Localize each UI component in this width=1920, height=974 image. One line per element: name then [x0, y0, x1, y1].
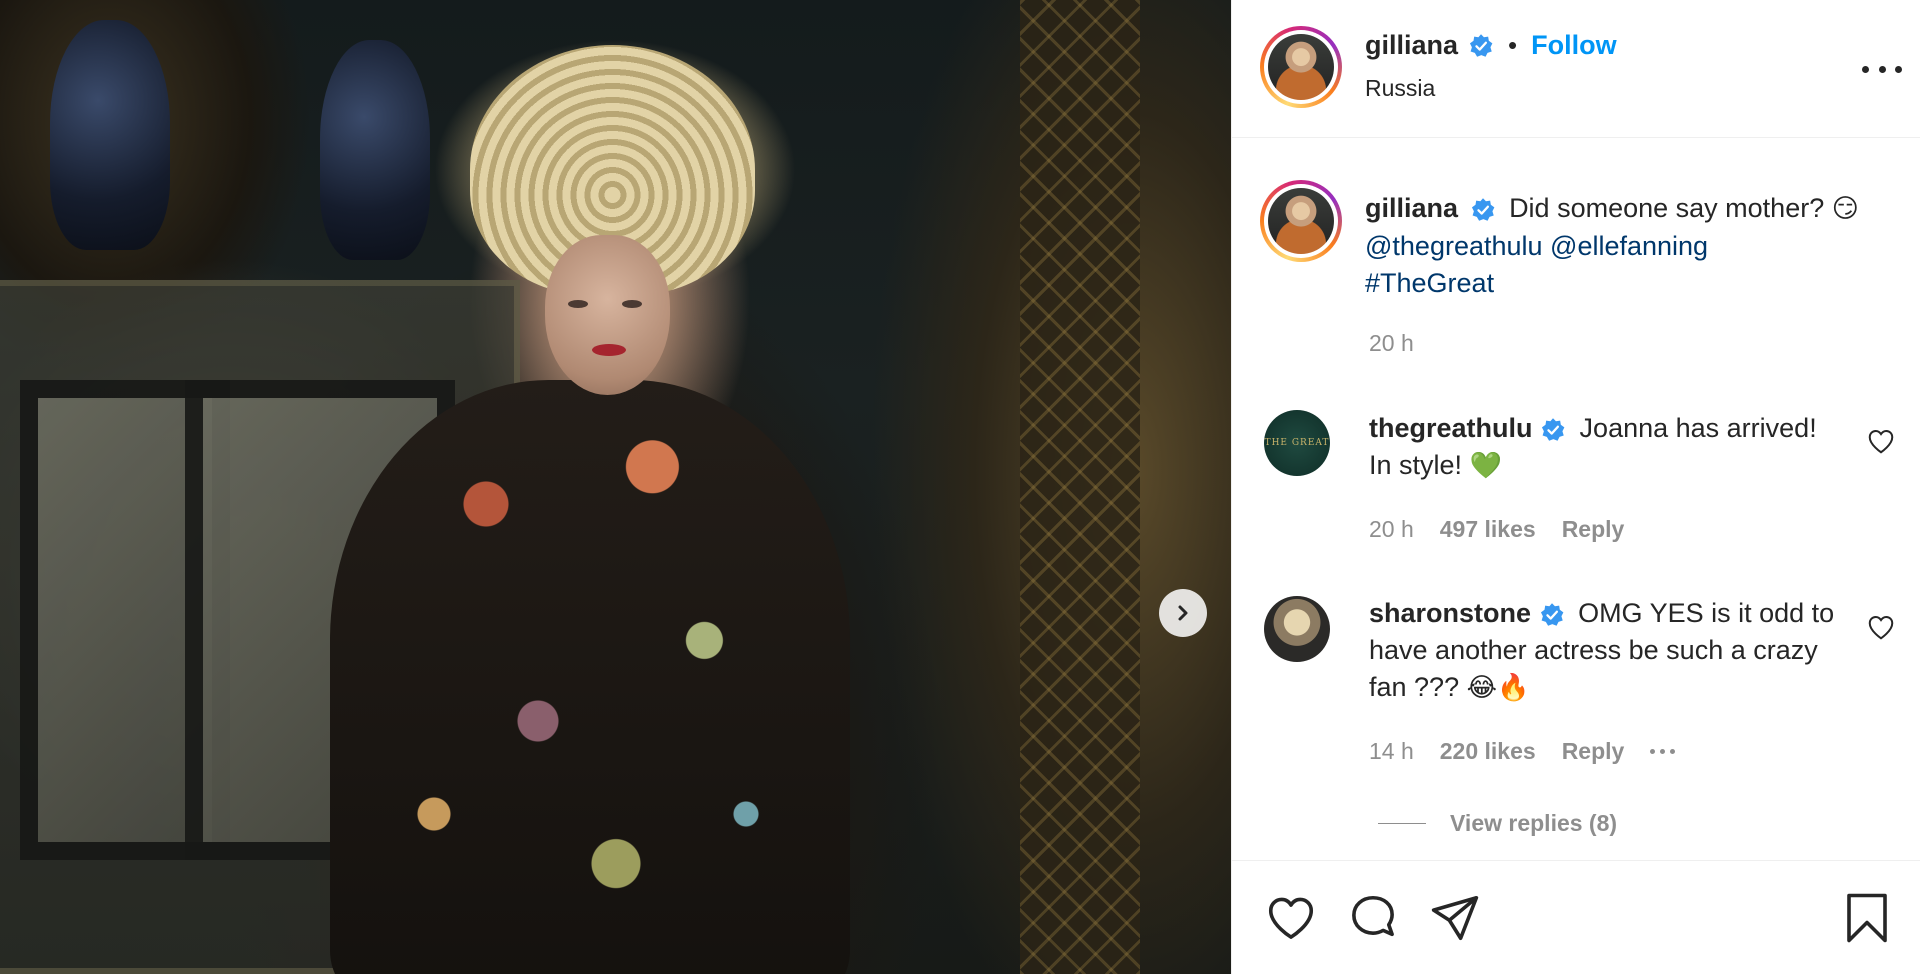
photo-lattice [1020, 0, 1140, 974]
comment-bubble-icon [1352, 895, 1394, 937]
photo-eye [568, 300, 588, 308]
paper-plane-icon [1431, 895, 1479, 941]
like-comment-heart-icon[interactable] [1866, 612, 1896, 642]
caption-emoji: 😏 [1831, 194, 1859, 224]
bookmark-icon [1847, 893, 1887, 943]
photo-vase [320, 40, 430, 260]
reply-button[interactable]: Reply [1562, 738, 1625, 765]
verified-badge-icon [1469, 33, 1493, 57]
comment-text-block: sharonstone OMG YES is it odd to have an… [1369, 595, 1839, 707]
comment-options-icon[interactable] [1650, 749, 1676, 754]
reply-button[interactable]: Reply [1562, 516, 1625, 543]
like-button[interactable] [1264, 891, 1318, 945]
view-replies-label: View replies (8) [1450, 810, 1618, 836]
caption-username[interactable]: gilliana [1365, 193, 1458, 223]
verified-badge-icon [1471, 198, 1494, 221]
comment-avatar[interactable] [1264, 596, 1330, 662]
comment-avatar-logo: THE GREAT [1264, 438, 1330, 448]
separator-dot: • [1508, 30, 1518, 60]
post-sidebar: gilliana • Follow Russia gilliana Did so… [1231, 0, 1920, 974]
comment-button[interactable] [1346, 891, 1400, 945]
photo-face [545, 235, 670, 395]
photo-dress [330, 380, 850, 974]
comment-avatar[interactable]: THE GREAT [1264, 410, 1330, 476]
avatar[interactable] [1260, 26, 1342, 108]
chevron-right-icon [1178, 605, 1188, 621]
post-header: gilliana • Follow Russia [1232, 0, 1920, 138]
caption-timestamp[interactable]: 20 h [1369, 330, 1414, 357]
comment-username[interactable]: thegreathulu [1369, 413, 1533, 443]
more-horizontal-icon[interactable] [1862, 55, 1902, 83]
mention-link[interactable]: @ellefanning [1550, 231, 1708, 261]
comment-emoji: 💚 [1469, 451, 1502, 481]
comment-timestamp[interactable]: 14 h [1369, 738, 1414, 765]
photo-lips [592, 344, 626, 356]
comment-meta: 14 h 220 likes Reply [1369, 738, 1676, 765]
mention-link[interactable]: @thegreathulu [1365, 231, 1543, 261]
caption-avatar[interactable] [1260, 180, 1342, 262]
heart-icon [1268, 897, 1314, 939]
post-caption: gilliana Did someone say mother? 😏 @theg… [1365, 190, 1905, 302]
view-replies-button[interactable]: View replies (8) [1378, 810, 1617, 837]
action-bar [1232, 860, 1920, 974]
post-username[interactable]: gilliana [1365, 30, 1458, 61]
post-photo[interactable] [0, 0, 1231, 974]
caption-text: Did someone say mother? [1509, 193, 1825, 223]
comment-emoji: 😂🔥 [1466, 673, 1530, 703]
next-photo-button[interactable] [1159, 589, 1207, 637]
verified-badge-icon [1541, 418, 1565, 441]
photo-eye [622, 300, 642, 308]
share-button[interactable] [1428, 891, 1482, 945]
comment-likes[interactable]: 220 likes [1440, 738, 1536, 765]
like-comment-heart-icon[interactable] [1866, 426, 1896, 456]
comment-username[interactable]: sharonstone [1369, 598, 1531, 628]
save-button[interactable] [1840, 891, 1894, 945]
post-location[interactable]: Russia [1365, 75, 1435, 102]
replies-divider-line [1378, 823, 1426, 824]
follow-button[interactable]: Follow [1531, 30, 1616, 61]
photo-vase [50, 20, 170, 250]
comment-text-block: thegreathulu Joanna has arrived! In styl… [1369, 410, 1839, 485]
hashtag-link[interactable]: #TheGreat [1365, 268, 1494, 298]
comment-likes[interactable]: 497 likes [1440, 516, 1536, 543]
verified-badge-icon [1540, 603, 1563, 626]
comment-meta: 20 h 497 likes Reply [1369, 516, 1624, 543]
comment-timestamp[interactable]: 20 h [1369, 516, 1414, 543]
